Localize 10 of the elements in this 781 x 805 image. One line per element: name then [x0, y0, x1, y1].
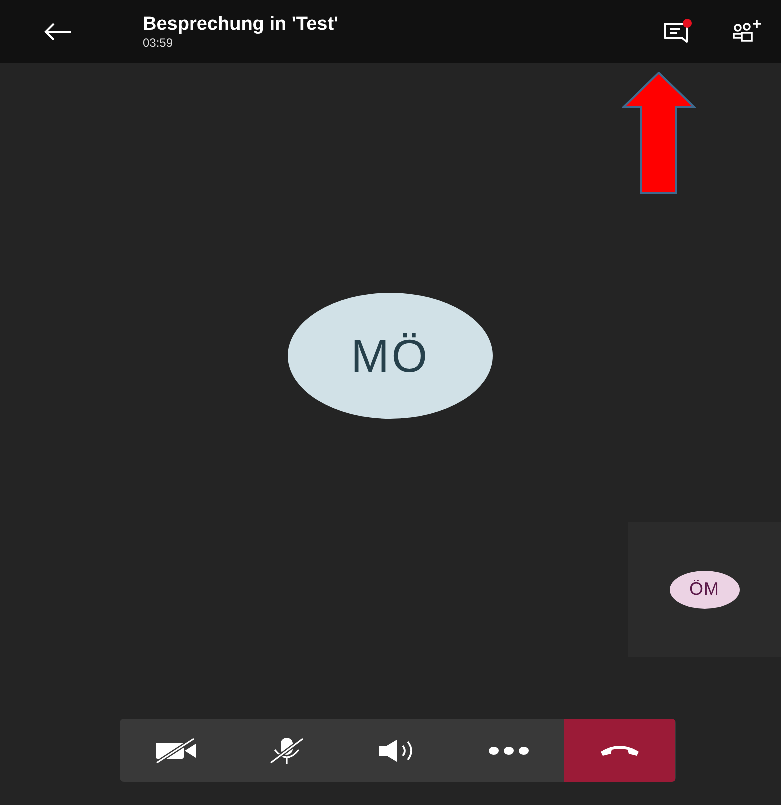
back-arrow-icon [43, 22, 73, 42]
phone-icon [598, 744, 640, 758]
people-add-icon [732, 18, 762, 44]
more-icon [488, 746, 530, 756]
call-duration: 03:59 [143, 36, 174, 50]
self-avatar: ÖM [670, 570, 740, 608]
video-off-icon [154, 738, 198, 764]
meeting-title: Besprechung in 'Test' [143, 14, 339, 36]
participant-avatar: MÖ [288, 293, 493, 419]
hang-up-button[interactable] [564, 719, 675, 782]
